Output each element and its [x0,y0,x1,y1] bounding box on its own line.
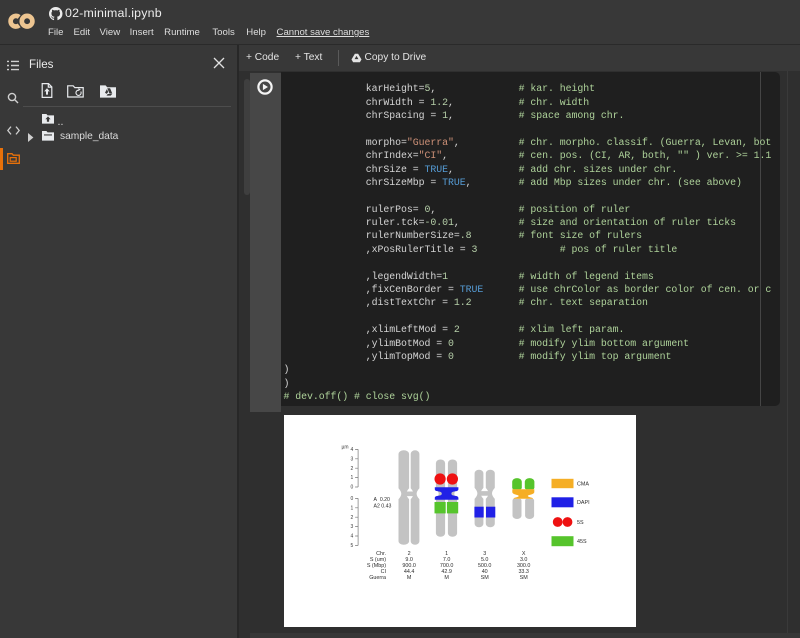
svg-text:A 0.20: A 0.20 [373,497,390,503]
svg-text:DAPI: DAPI [577,500,590,506]
svg-text:3: 3 [350,524,353,530]
svg-text:3: 3 [350,456,353,462]
svg-text:0: 0 [350,485,353,491]
svg-text:Guerra: Guerra [369,575,386,581]
svg-text:SM: SM [480,575,489,581]
svg-text:M: M [406,575,411,581]
svg-text:CMA: CMA [577,481,589,487]
svg-text:A2 0.43: A2 0.43 [373,503,391,509]
svg-text:µm: µm [341,445,348,451]
svg-text:M: M [444,575,449,581]
svg-text:0: 0 [350,496,353,502]
svg-text:4: 4 [350,534,353,540]
svg-text:1: 1 [350,475,353,481]
svg-text:SM: SM [519,575,528,581]
svg-text:1: 1 [350,505,353,511]
svg-text:2: 2 [350,515,353,521]
svg-text:5: 5 [350,543,353,549]
svg-text:45S: 45S [577,539,587,545]
svg-text:2: 2 [350,466,353,472]
svg-text:5S: 5S [577,520,584,526]
svg-text:4: 4 [350,447,353,453]
